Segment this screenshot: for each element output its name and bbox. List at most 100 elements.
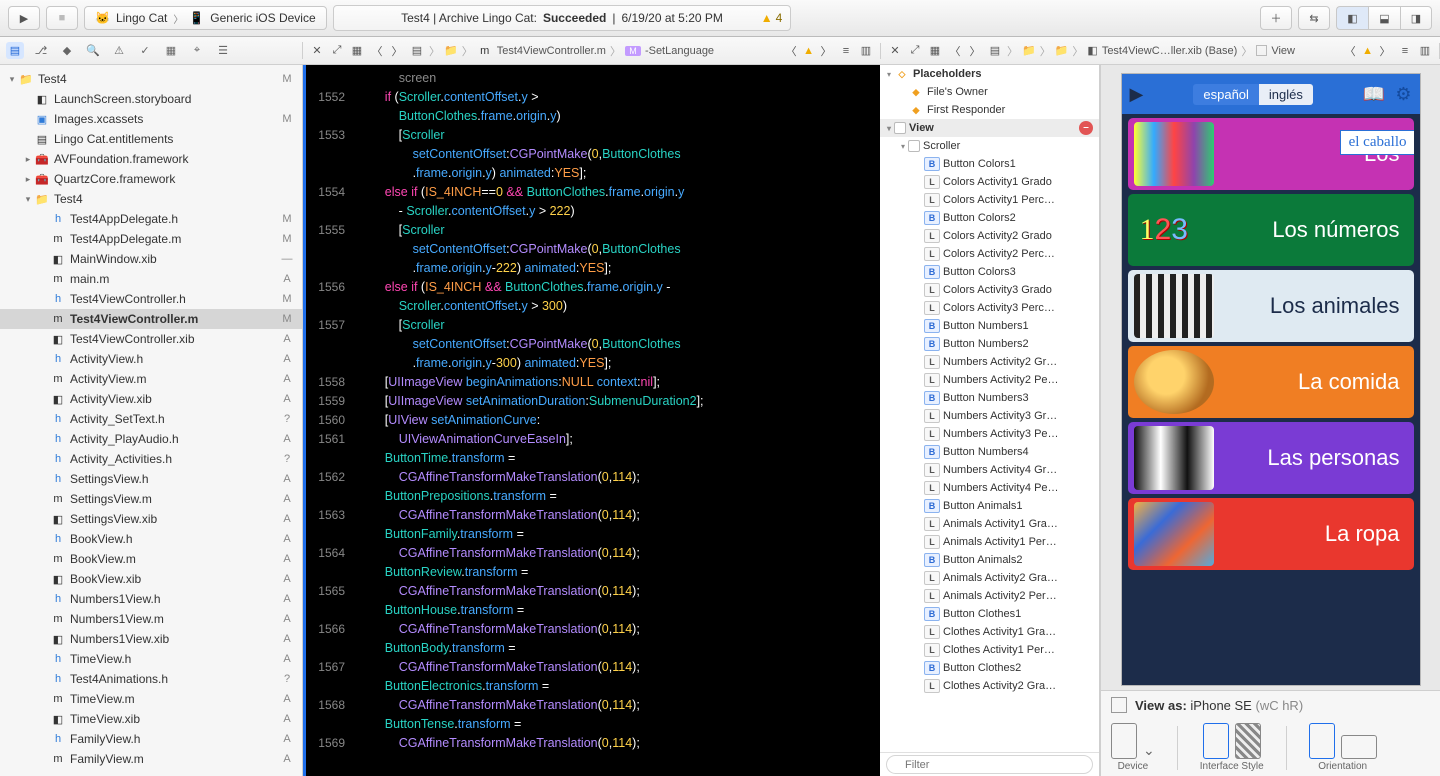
nav-row[interactable]: ▤Lingo Cat.entitlements: [0, 129, 302, 149]
outline-item[interactable]: BButton Animals1: [880, 497, 1099, 515]
nav-row[interactable]: ◧TimeView.xibA: [0, 709, 302, 729]
gear-icon[interactable]: ⚙︎: [1395, 84, 1411, 105]
editor-jumpbar[interactable]: ✕ ⤢ ▦ 〈 〉 ▤ 〉📁〉 mTest4ViewController.m 〉…: [303, 43, 880, 59]
bottom-panel-toggle[interactable]: ⬓: [1368, 6, 1400, 30]
card-clothes[interactable]: La ropa: [1128, 498, 1414, 570]
device-picker[interactable]: ⌄Device: [1111, 723, 1155, 772]
device-preview[interactable]: ▶ español inglés 📖⚙︎ Losel caballo 123Lo…: [1121, 73, 1421, 686]
adjust-editor-icon[interactable]: ▥: [858, 44, 874, 57]
outline-item[interactable]: LNumbers Activity4 Pe…: [880, 479, 1099, 497]
outline-item[interactable]: BButton Colors3: [880, 263, 1099, 281]
stop-button[interactable]: ■: [46, 6, 78, 30]
report-navigator-icon[interactable]: ☰: [214, 44, 232, 57]
nav-row[interactable]: mmain.mA: [0, 269, 302, 289]
ib-jumpbar[interactable]: ✕ ⤢ ▦ 〈〉 ▤〉📁〉📁〉 ◧Test4ViewC…ller.xib (Ba…: [880, 43, 1440, 59]
library-button[interactable]: ＋: [1260, 6, 1292, 30]
test-navigator-icon[interactable]: ✓: [136, 44, 154, 57]
outline-item[interactable]: LAnimals Activity2 Gra…: [880, 569, 1099, 587]
expand-icon[interactable]: ⤢: [907, 44, 923, 57]
outline-item[interactable]: BButton Numbers3: [880, 389, 1099, 407]
symbol-navigator-icon[interactable]: ◆: [58, 44, 76, 57]
nav-row[interactable]: ▾📁Test4M: [0, 69, 302, 89]
card-animals[interactable]: Los animales: [1128, 270, 1414, 342]
nav-row[interactable]: mTest4AppDelegate.mM: [0, 229, 302, 249]
delete-icon[interactable]: –: [1079, 121, 1093, 135]
play-icon[interactable]: ▶: [1130, 84, 1144, 105]
nav-row[interactable]: ◧MainWindow.xib—: [0, 249, 302, 269]
run-button[interactable]: ▶: [8, 6, 40, 30]
outline-item[interactable]: BButton Numbers2: [880, 335, 1099, 353]
back-icon[interactable]: 〈: [369, 43, 385, 59]
navigator-tabs[interactable]: ▤ ⎇ ◆ 🔍 ⚠︎ ✓ ▦ ⌖ ☰: [0, 42, 303, 59]
nav-row[interactable]: ◧LaunchScreen.storyboard: [0, 89, 302, 109]
outline-item[interactable]: LNumbers Activity4 Gr…: [880, 461, 1099, 479]
nav-row[interactable]: ▸🧰AVFoundation.framework: [0, 149, 302, 169]
card-food[interactable]: La comida: [1128, 346, 1414, 418]
nav-row[interactable]: mTest4ViewController.mM: [0, 309, 302, 329]
nav-row[interactable]: ◧Numbers1View.xibA: [0, 629, 302, 649]
forward-icon[interactable]: 〉: [389, 43, 405, 59]
outline-item[interactable]: LNumbers Activity2 Pe…: [880, 371, 1099, 389]
close-icon[interactable]: ✕: [309, 44, 325, 57]
nav-row[interactable]: ▾📁Test4: [0, 189, 302, 209]
outline-item[interactable]: LAnimals Activity1 Gra…: [880, 515, 1099, 533]
nav-row[interactable]: hActivity_PlayAudio.hA: [0, 429, 302, 449]
nav-row[interactable]: hActivity_SetText.h?: [0, 409, 302, 429]
language-toggle[interactable]: español inglés: [1193, 84, 1313, 105]
outline-item[interactable]: BButton Clothes2: [880, 659, 1099, 677]
code-area[interactable]: screen if (Scroller.contentOffset.y > Bu…: [351, 65, 880, 776]
nav-row[interactable]: hNumbers1View.hA: [0, 589, 302, 609]
nav-row[interactable]: ▸🧰QuartzCore.framework: [0, 169, 302, 189]
nav-row[interactable]: mSettingsView.mA: [0, 489, 302, 509]
minimap-icon[interactable]: ≡: [838, 45, 854, 57]
project-navigator[interactable]: ▾📁Test4M◧LaunchScreen.storyboard▣Images.…: [0, 65, 303, 776]
source-control-icon[interactable]: ⎇: [32, 44, 50, 57]
outline-view[interactable]: ▾View–: [880, 119, 1099, 137]
outline-filter[interactable]: [880, 752, 1099, 776]
left-panel-toggle[interactable]: ◧: [1336, 6, 1368, 30]
source-editor[interactable]: 1552155315541555155615571558155915601561…: [303, 65, 880, 776]
outline-item[interactable]: LAnimals Activity2 Per…: [880, 587, 1099, 605]
outline-item[interactable]: BButton Clothes1: [880, 605, 1099, 623]
expand-icon[interactable]: ⤢: [329, 44, 345, 57]
outline-item[interactable]: LColors Activity1 Perc…: [880, 191, 1099, 209]
nav-row[interactable]: hTest4AppDelegate.hM: [0, 209, 302, 229]
outline-item[interactable]: LNumbers Activity2 Gr…: [880, 353, 1099, 371]
nav-row[interactable]: hActivity_Activities.h?: [0, 449, 302, 469]
outline-item[interactable]: LAnimals Activity1 Per…: [880, 533, 1099, 551]
card-colors[interactable]: Losel caballo: [1128, 118, 1414, 190]
nav-row[interactable]: hFamilyView.hA: [0, 729, 302, 749]
nav-row[interactable]: hTest4Animations.h?: [0, 669, 302, 689]
nav-row[interactable]: hSettingsView.hA: [0, 469, 302, 489]
outline-item[interactable]: LColors Activity2 Perc…: [880, 245, 1099, 263]
book-icon[interactable]: 📖: [1363, 84, 1385, 105]
outline-item[interactable]: LClothes Activity1 Gra…: [880, 623, 1099, 641]
project-navigator-icon[interactable]: ▤: [6, 42, 24, 59]
nav-row[interactable]: mBookView.mA: [0, 549, 302, 569]
orientation-picker[interactable]: Orientation: [1309, 723, 1377, 772]
outline-item[interactable]: LClothes Activity2 Gra…: [880, 677, 1099, 695]
outline-item[interactable]: BButton Animals2: [880, 551, 1099, 569]
outline-item[interactable]: ◆First Responder: [880, 101, 1099, 119]
close-icon[interactable]: ✕: [887, 44, 903, 57]
nav-row[interactable]: mActivityView.mA: [0, 369, 302, 389]
issue-navigator-icon[interactable]: ⚠︎: [110, 44, 128, 57]
nav-row[interactable]: ◧SettingsView.xibA: [0, 509, 302, 529]
right-panel-toggle[interactable]: ◨: [1400, 6, 1432, 30]
nav-row[interactable]: hTest4ViewController.hM: [0, 289, 302, 309]
nav-row[interactable]: ◧Test4ViewController.xibA: [0, 329, 302, 349]
outline-item[interactable]: LColors Activity3 Grado: [880, 281, 1099, 299]
view-as-bar[interactable]: View as: iPhone SE (wC hR) ⌄Device Inter…: [1101, 690, 1440, 776]
nav-row[interactable]: hActivityView.hA: [0, 349, 302, 369]
outline-item[interactable]: BButton Colors1: [880, 155, 1099, 173]
outline-item[interactable]: LNumbers Activity3 Pe…: [880, 425, 1099, 443]
debug-navigator-icon[interactable]: ▦: [162, 44, 180, 57]
breakpoint-navigator-icon[interactable]: ⌖: [188, 44, 206, 57]
editor-layout-segmented[interactable]: ◧ ⬓ ◨: [1336, 6, 1432, 30]
outline-item[interactable]: LColors Activity2 Grado: [880, 227, 1099, 245]
outline-item[interactable]: LNumbers Activity3 Gr…: [880, 407, 1099, 425]
card-people[interactable]: Las personas: [1128, 422, 1414, 494]
nav-row[interactable]: ◧BookView.xibA: [0, 569, 302, 589]
interface-style-picker[interactable]: Interface Style: [1200, 723, 1264, 772]
nav-row[interactable]: mFamilyView.mA: [0, 749, 302, 769]
